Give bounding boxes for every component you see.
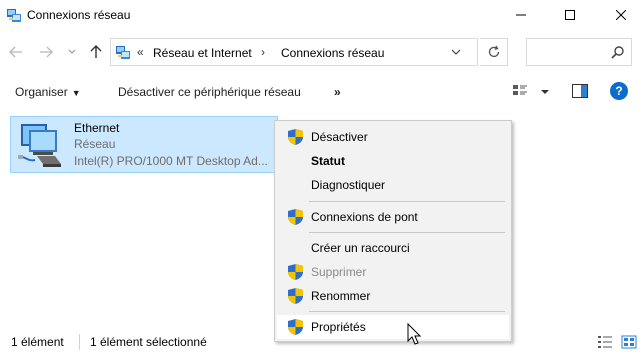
- uac-shield-icon: [288, 209, 303, 225]
- menu-item-label: Supprimer: [311, 265, 367, 279]
- selected-count: 1 élément sélectionné: [90, 335, 207, 349]
- network-connection-ethernet[interactable]: Ethernet Réseau Intel(R) PRO/1000 MT Des…: [10, 116, 278, 173]
- menu-item-label: Statut: [311, 154, 345, 168]
- details-view-icon[interactable]: [597, 334, 613, 350]
- menu-item-connexions-de-pont[interactable]: Connexions de pont: [277, 205, 509, 229]
- network-connections-icon: [7, 9, 21, 22]
- refresh-button[interactable]: [480, 38, 508, 66]
- menu-item-label: Désactiver: [311, 130, 368, 144]
- status-divider: [79, 334, 80, 350]
- network-adapter-icon: [18, 124, 61, 167]
- menu-separator: [309, 201, 505, 202]
- breadcrumb-reseau-internet[interactable]: Réseau et Internet: [153, 46, 252, 60]
- tiles-view-icon[interactable]: [621, 334, 637, 350]
- help-icon[interactable]: ?: [610, 82, 628, 100]
- organize-label: Organiser: [15, 85, 68, 99]
- menu-item-diagnostiquer[interactable]: Diagnostiquer: [277, 173, 509, 197]
- command-bar: Organiser ▼ Désactiver ce périphérique ré…: [0, 76, 644, 108]
- address-overflow-button[interactable]: «: [137, 45, 144, 59]
- breadcrumb-connexions-reseau[interactable]: Connexions réseau: [281, 46, 384, 60]
- help-label: ?: [615, 84, 623, 98]
- preview-pane-button[interactable]: [572, 84, 588, 98]
- refresh-icon: [488, 45, 499, 58]
- maximize-button[interactable]: [547, 0, 593, 30]
- arrow-up-icon: [90, 45, 102, 58]
- menu-item-label: Connexions de pont: [311, 210, 418, 224]
- menu-item-desactiver[interactable]: Désactiver: [277, 125, 509, 149]
- chevron-down-icon: [451, 49, 461, 55]
- window-title: Connexions réseau: [27, 8, 131, 22]
- menu-item-renommer[interactable]: Renommer: [277, 284, 509, 308]
- uac-shield-icon: [288, 264, 303, 280]
- connection-name: Ethernet: [74, 121, 120, 135]
- close-button[interactable]: [598, 0, 644, 30]
- context-menu: Désactiver Statut Diagnostiquer Connexio…: [274, 120, 512, 342]
- search-icon: [611, 46, 624, 59]
- disable-device-button[interactable]: Désactiver ce périphérique réseau: [118, 85, 301, 99]
- uac-shield-icon: [288, 129, 303, 145]
- menu-item-statut[interactable]: Statut: [277, 149, 509, 173]
- minimize-button[interactable]: [498, 0, 544, 30]
- address-bar[interactable]: « Réseau et Internet › Connexions réseau: [110, 38, 478, 66]
- organize-button[interactable]: Organiser ▼: [15, 85, 81, 99]
- title-bar: Connexions réseau: [0, 0, 644, 30]
- view-options-button[interactable]: [512, 83, 552, 101]
- menu-item-label: Diagnostiquer: [311, 178, 386, 192]
- more-commands-button[interactable]: »: [334, 85, 341, 99]
- network-connections-icon: [116, 46, 130, 59]
- forward-button[interactable]: [36, 42, 56, 62]
- preview-pane-icon: [572, 84, 588, 98]
- minimize-icon: [516, 14, 526, 16]
- maximize-icon: [565, 10, 575, 20]
- menu-separator: [309, 311, 505, 312]
- menu-separator: [309, 232, 505, 233]
- chevron-down-icon: [68, 49, 76, 54]
- menu-item-label: Renommer: [311, 289, 371, 303]
- up-button[interactable]: [86, 42, 106, 62]
- connection-status: Réseau: [74, 137, 116, 151]
- close-icon: [616, 10, 626, 20]
- breadcrumb-separator[interactable]: ›: [261, 45, 265, 59]
- menu-item-creer-raccourci[interactable]: Créer un raccourci: [277, 236, 509, 260]
- arrow-right-icon: [40, 46, 53, 58]
- view-options-icon: [513, 85, 549, 95]
- address-dropdown-button[interactable]: [451, 45, 461, 62]
- uac-shield-icon: [288, 288, 303, 304]
- connection-device: Intel(R) PRO/1000 MT Desktop Ad...: [74, 154, 268, 168]
- recent-locations-button[interactable]: [62, 42, 82, 62]
- arrow-left-icon: [9, 46, 22, 58]
- caret-down-icon: ▼: [71, 88, 81, 98]
- menu-item-supprimer[interactable]: Supprimer: [277, 260, 509, 284]
- menu-item-label: Créer un raccourci: [311, 241, 410, 255]
- navigation-bar: « Réseau et Internet › Connexions réseau: [0, 36, 644, 68]
- status-bar: 1 élément 1 élément sélectionné: [0, 330, 644, 354]
- back-button[interactable]: [6, 42, 26, 62]
- search-input[interactable]: [526, 38, 632, 66]
- item-count: 1 élément: [11, 335, 64, 349]
